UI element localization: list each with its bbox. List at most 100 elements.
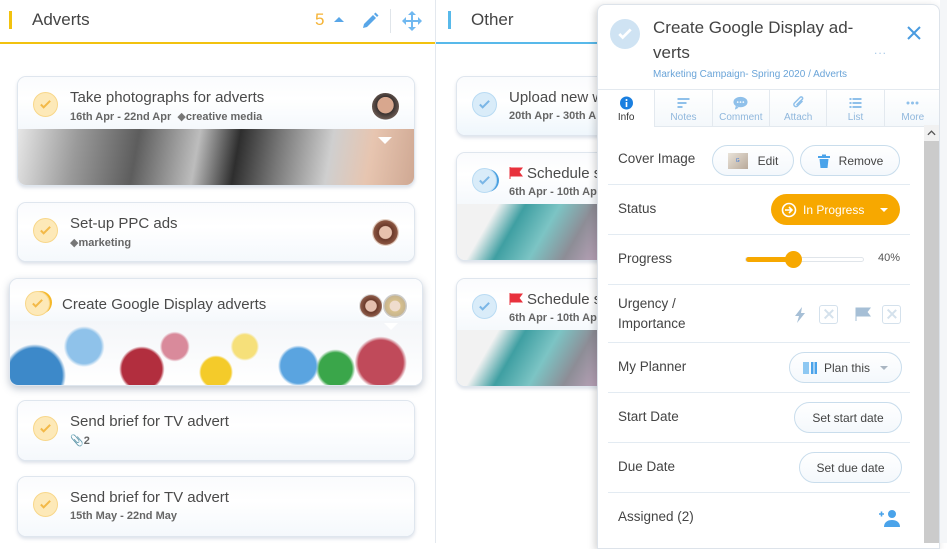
add-user-icon[interactable]: [878, 509, 900, 527]
column-adverts: Adverts 5 Take photographs for adverts 1…: [0, 0, 436, 543]
avatar[interactable]: [371, 218, 400, 247]
tab-list[interactable]: List: [826, 90, 884, 127]
cover-thumbnail: G: [727, 152, 748, 169]
card-meta: 20th Apr - 30th A: [509, 110, 597, 122]
cover-image-row: Cover Image G Edit Remove: [608, 135, 910, 185]
chevron-up-icon: [927, 130, 936, 136]
avatar[interactable]: [358, 293, 384, 319]
comment-icon: [733, 96, 748, 110]
card-title: Send brief for TV advert: [70, 489, 229, 506]
complete-checkbox[interactable]: [610, 19, 640, 49]
card-title: Set-up PPC ads: [70, 215, 178, 232]
complete-checkbox[interactable]: [33, 218, 58, 243]
tab-notes[interactable]: Notes: [654, 90, 712, 127]
avatar[interactable]: [382, 293, 408, 319]
urgency-row: Urgency / Importance: [608, 285, 910, 343]
list-icon: [849, 98, 862, 108]
field-label: Status: [618, 201, 657, 216]
status-dropdown[interactable]: In Progress: [771, 194, 900, 225]
tab-comment[interactable]: Comment: [711, 90, 769, 127]
task-title[interactable]: Create Google Display ad-verts: [653, 15, 863, 65]
chevron-down-icon: [880, 208, 888, 212]
task-count: 5: [315, 10, 325, 29]
check-icon: [40, 226, 51, 235]
cover-image: [10, 321, 422, 385]
complete-checkbox[interactable]: [472, 168, 497, 193]
task-detail-panel: Create Google Display ad-verts ... Marke…: [597, 4, 940, 549]
task-card[interactable]: Set-up PPC ads ◆marketing: [17, 202, 415, 262]
close-icon[interactable]: [906, 25, 922, 41]
remove-cover-button[interactable]: Remove: [800, 145, 900, 176]
check-icon: [479, 100, 490, 109]
assigned-row: Assigned (2): [608, 493, 910, 543]
column-title: Other: [471, 10, 514, 29]
flag-icon: [509, 293, 523, 305]
field-label: Start Date: [618, 409, 679, 424]
plan-this-dropdown[interactable]: Plan this: [789, 352, 902, 383]
more-options-icon[interactable]: ...: [874, 43, 887, 57]
field-label: Cover Image: [618, 151, 696, 166]
breadcrumb[interactable]: Marketing Campaign- Spring 2020 / Advert…: [653, 69, 847, 80]
check-icon: [40, 100, 51, 109]
column-title: Adverts: [32, 10, 90, 29]
complete-checkbox[interactable]: [33, 492, 58, 517]
caret-up-icon[interactable]: [334, 17, 344, 22]
progress-slider-handle[interactable]: [784, 251, 802, 268]
complete-checkbox[interactable]: [25, 291, 50, 316]
info-icon: [619, 96, 633, 110]
check-icon: [40, 424, 51, 433]
task-card[interactable]: Send brief for TV advert 📎2: [17, 400, 415, 461]
panel-tabs: Info Notes Comment Attach List More: [598, 89, 939, 127]
complete-checkbox[interactable]: [472, 92, 497, 117]
task-card-selected[interactable]: Create Google Display adverts: [9, 278, 423, 386]
edit-cover-button[interactable]: G Edit: [712, 145, 794, 176]
cover-dropdown-icon[interactable]: [378, 137, 392, 144]
complete-checkbox[interactable]: [33, 416, 58, 441]
set-due-date-button[interactable]: Set due date: [799, 452, 902, 483]
field-label: Assigned (2): [618, 509, 694, 524]
card-title: Schedule s: [509, 165, 601, 182]
urgency-checkbox[interactable]: [819, 305, 838, 324]
cover-dropdown-icon[interactable]: [384, 323, 398, 330]
due-date-row: Due Date Set due date: [608, 443, 910, 493]
panel-scrollbar[interactable]: [924, 125, 939, 543]
complete-checkbox[interactable]: [33, 92, 58, 117]
card-meta: 16th Apr - 22nd Apr ◆creative media: [70, 111, 263, 123]
progress-slider[interactable]: [745, 251, 864, 268]
card-meta: 6th Apr - 10th Ap: [509, 312, 597, 324]
check-icon: [479, 176, 490, 185]
complete-checkbox[interactable]: [472, 294, 497, 319]
check-icon: [32, 299, 43, 308]
task-card[interactable]: Send brief for TV advert 15th May - 22nd…: [17, 476, 415, 537]
tab-info[interactable]: Info: [598, 90, 655, 127]
card-title: Schedule s: [509, 291, 601, 308]
paperclip-icon: [792, 96, 804, 108]
field-label: My Planner: [618, 359, 687, 374]
column-accent-bar: [9, 11, 12, 29]
paperclip-icon: 📎: [70, 435, 84, 447]
tag-icon: ◆: [177, 111, 186, 123]
planner-row: My Planner Plan this: [608, 343, 910, 393]
chevron-down-icon: [880, 365, 889, 370]
cover-image: [18, 129, 414, 185]
check-icon: [479, 302, 490, 311]
tab-more[interactable]: More: [883, 90, 939, 127]
in-progress-icon: [781, 202, 797, 217]
avatar[interactable]: [371, 92, 400, 121]
tab-attach[interactable]: Attach: [768, 90, 827, 127]
move-icon[interactable]: [401, 10, 423, 32]
task-card[interactable]: Take photographs for adverts 16th Apr - …: [17, 76, 415, 186]
card-meta: 6th Apr - 10th Ap: [509, 186, 597, 198]
start-date-row: Start Date Set start date: [608, 393, 910, 443]
header-divider: [390, 9, 391, 33]
card-title: Send brief for TV advert: [70, 413, 229, 430]
notes-icon: [677, 98, 690, 108]
check-icon: [618, 28, 632, 40]
set-start-date-button[interactable]: Set start date: [794, 402, 902, 433]
planner-icon: [802, 361, 817, 374]
card-title: Take photographs for adverts: [70, 89, 265, 106]
scroll-up-button[interactable]: [924, 125, 939, 141]
importance-checkbox[interactable]: [882, 305, 901, 324]
pencil-icon[interactable]: [360, 11, 380, 31]
column-accent-bar: [448, 11, 451, 29]
